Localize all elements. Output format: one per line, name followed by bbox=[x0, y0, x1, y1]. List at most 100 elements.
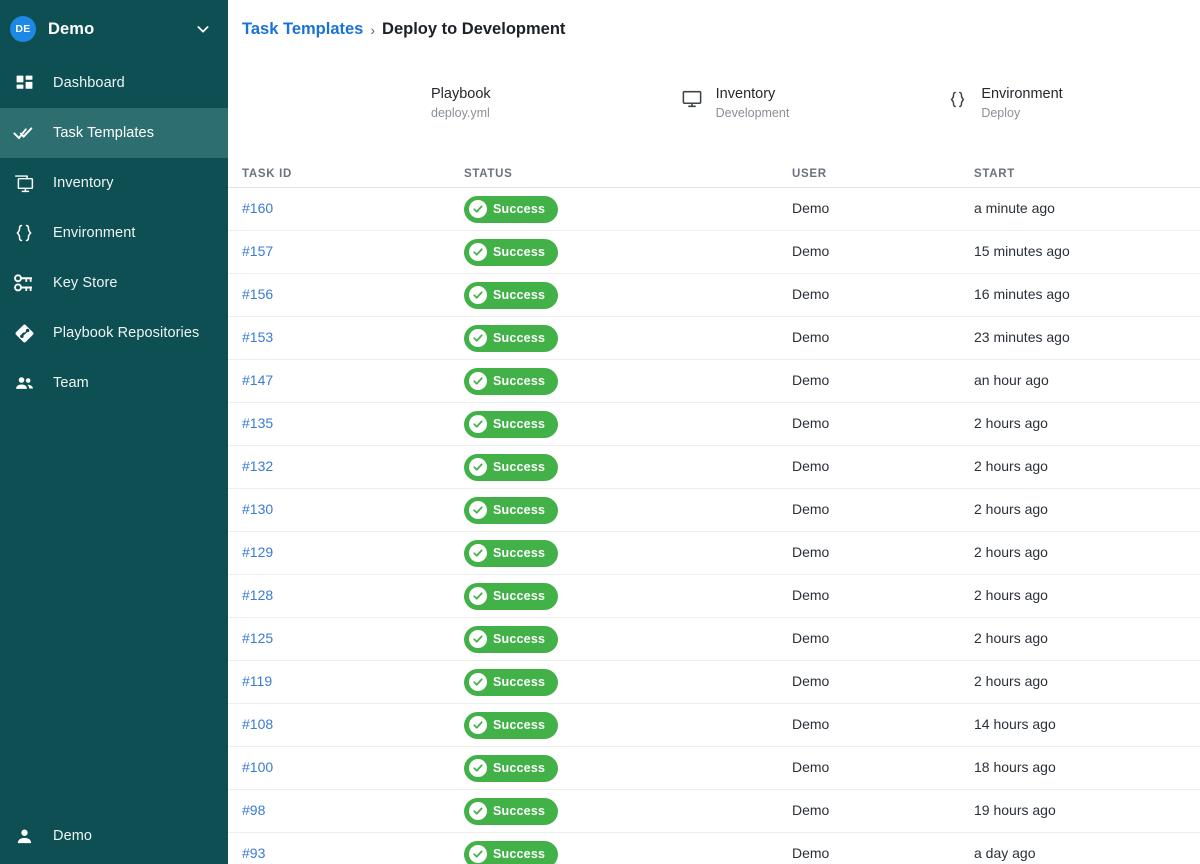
info-card-title: Inventory bbox=[716, 85, 790, 103]
sidebar-user-profile[interactable]: Demo bbox=[0, 808, 228, 864]
workspace-name: Demo bbox=[48, 20, 182, 39]
template-summary-bar: Playbook deploy.yml Inventory Developmen… bbox=[228, 58, 1200, 148]
task-id-link[interactable]: #160 bbox=[242, 200, 273, 216]
user-name: Demo bbox=[792, 200, 829, 216]
column-header-start: START bbox=[974, 168, 1194, 180]
user-name: Demo bbox=[792, 243, 829, 259]
table-row[interactable]: #130 Success Demo 2 hours ago bbox=[228, 489, 1200, 532]
start-time: 2 hours ago bbox=[974, 544, 1048, 560]
sidebar-item-key-store[interactable]: Key Store bbox=[0, 258, 228, 308]
start-time: 2 hours ago bbox=[974, 673, 1048, 689]
user-name: Demo bbox=[792, 716, 829, 732]
task-id-link[interactable]: #153 bbox=[242, 329, 273, 345]
sidebar-item-label: Environment bbox=[53, 225, 136, 241]
user-name: Demo bbox=[792, 415, 829, 431]
info-card-environment[interactable]: Environment Deploy bbox=[944, 85, 1062, 121]
table-row[interactable]: #132 Success Demo 2 hours ago bbox=[228, 446, 1200, 489]
task-id-link[interactable]: #157 bbox=[242, 243, 273, 259]
table-row[interactable]: #93 Success Demo a day ago bbox=[228, 833, 1200, 864]
task-id-link[interactable]: #119 bbox=[242, 673, 272, 689]
status-badge: Success bbox=[464, 411, 558, 438]
sidebar-item-dashboard[interactable]: Dashboard bbox=[0, 58, 228, 108]
task-id-link[interactable]: #125 bbox=[242, 630, 273, 646]
start-time: a minute ago bbox=[974, 200, 1055, 216]
table-row[interactable]: #98 Success Demo 19 hours ago bbox=[228, 790, 1200, 833]
check-circle-icon bbox=[469, 243, 487, 261]
task-id-link[interactable]: #98 bbox=[242, 802, 265, 818]
sidebar-item-environment[interactable]: Environment bbox=[0, 208, 228, 258]
task-id-link[interactable]: #156 bbox=[242, 286, 273, 302]
status-label: Success bbox=[493, 460, 545, 474]
main-content: Task Templates › Deploy to Development P… bbox=[228, 0, 1200, 864]
app-root: DE Demo Dashboard bbox=[0, 0, 1200, 864]
user-name: Demo bbox=[792, 544, 829, 560]
table-row[interactable]: #119 Success Demo 2 hours ago bbox=[228, 661, 1200, 704]
task-id-link[interactable]: #128 bbox=[242, 587, 273, 603]
user-name: Demo bbox=[792, 759, 829, 775]
sidebar-item-team[interactable]: Team bbox=[0, 358, 228, 408]
status-label: Success bbox=[493, 804, 545, 818]
check-circle-icon bbox=[469, 458, 487, 476]
breadcrumb-separator-icon: › bbox=[370, 21, 375, 38]
info-card-title: Environment bbox=[981, 85, 1062, 103]
table-row[interactable]: #156 Success Demo 16 minutes ago bbox=[228, 274, 1200, 317]
breadcrumb: Task Templates › Deploy to Development bbox=[228, 0, 1200, 58]
check-circle-icon bbox=[469, 587, 487, 605]
dashboard-grid-icon bbox=[11, 71, 37, 95]
task-id-link[interactable]: #130 bbox=[242, 501, 273, 517]
info-card-inventory[interactable]: Inventory Development bbox=[679, 85, 790, 121]
table-body: #160 Success Demo a minute ago #157 bbox=[228, 188, 1200, 864]
table-row[interactable]: #108 Success Demo 14 hours ago bbox=[228, 704, 1200, 747]
sidebar-item-playbook-repositories[interactable]: Playbook Repositories bbox=[0, 308, 228, 358]
task-id-link[interactable]: #108 bbox=[242, 716, 273, 732]
info-card-value: Development bbox=[716, 105, 790, 121]
start-time: 2 hours ago bbox=[974, 415, 1048, 431]
status-badge: Success bbox=[464, 239, 558, 266]
workspace-switcher[interactable]: DE Demo bbox=[0, 0, 228, 58]
info-card-value: Deploy bbox=[981, 105, 1062, 121]
table-row[interactable]: #125 Success Demo 2 hours ago bbox=[228, 618, 1200, 661]
sidebar-item-task-templates[interactable]: Task Templates bbox=[0, 108, 228, 158]
task-id-link[interactable]: #147 bbox=[242, 372, 273, 388]
status-badge: Success bbox=[464, 540, 558, 567]
start-time: 18 hours ago bbox=[974, 759, 1056, 775]
start-time: 2 hours ago bbox=[974, 501, 1048, 517]
user-name: Demo bbox=[792, 372, 829, 388]
sidebar-user-label: Demo bbox=[53, 828, 92, 844]
task-id-link[interactable]: #100 bbox=[242, 759, 273, 775]
sidebar-item-inventory[interactable]: Inventory bbox=[0, 158, 228, 208]
start-time: 23 minutes ago bbox=[974, 329, 1070, 345]
start-time: 16 minutes ago bbox=[974, 286, 1070, 302]
task-id-link[interactable]: #93 bbox=[242, 845, 265, 861]
sidebar-item-label: Key Store bbox=[53, 275, 118, 291]
check-circle-icon bbox=[469, 415, 487, 433]
breadcrumb-parent-link[interactable]: Task Templates bbox=[242, 20, 363, 39]
table-row[interactable]: #160 Success Demo a minute ago bbox=[228, 188, 1200, 231]
status-label: Success bbox=[493, 331, 545, 345]
people-icon bbox=[11, 371, 37, 395]
table-row[interactable]: #100 Success Demo 18 hours ago bbox=[228, 747, 1200, 790]
sidebar-item-label: Task Templates bbox=[53, 125, 154, 141]
task-id-link[interactable]: #129 bbox=[242, 544, 273, 560]
task-id-link[interactable]: #135 bbox=[242, 415, 273, 431]
page-title: Deploy to Development bbox=[382, 20, 565, 39]
user-name: Demo bbox=[792, 286, 829, 302]
curly-braces-icon bbox=[11, 221, 37, 245]
table-row[interactable]: #153 Success Demo 23 minutes ago bbox=[228, 317, 1200, 360]
chevron-down-icon[interactable] bbox=[194, 20, 212, 38]
sidebar-nav: Dashboard Task Templates bbox=[0, 58, 228, 408]
table-row[interactable]: #135 Success Demo 2 hours ago bbox=[228, 403, 1200, 446]
table-row[interactable]: #128 Success Demo 2 hours ago bbox=[228, 575, 1200, 618]
table-row[interactable]: #157 Success Demo 15 minutes ago bbox=[228, 231, 1200, 274]
sidebar-item-label: Inventory bbox=[53, 175, 114, 191]
double-check-icon bbox=[11, 121, 37, 145]
user-name: Demo bbox=[792, 501, 829, 517]
info-card-playbook[interactable]: Playbook deploy.yml bbox=[420, 85, 491, 121]
table-row[interactable]: #147 Success Demo an hour ago bbox=[228, 360, 1200, 403]
table-header-row: TASK ID STATUS USER START bbox=[228, 148, 1200, 188]
person-icon bbox=[11, 824, 37, 848]
start-time: an hour ago bbox=[974, 372, 1049, 388]
task-id-link[interactable]: #132 bbox=[242, 458, 273, 474]
start-time: 14 hours ago bbox=[974, 716, 1056, 732]
table-row[interactable]: #129 Success Demo 2 hours ago bbox=[228, 532, 1200, 575]
